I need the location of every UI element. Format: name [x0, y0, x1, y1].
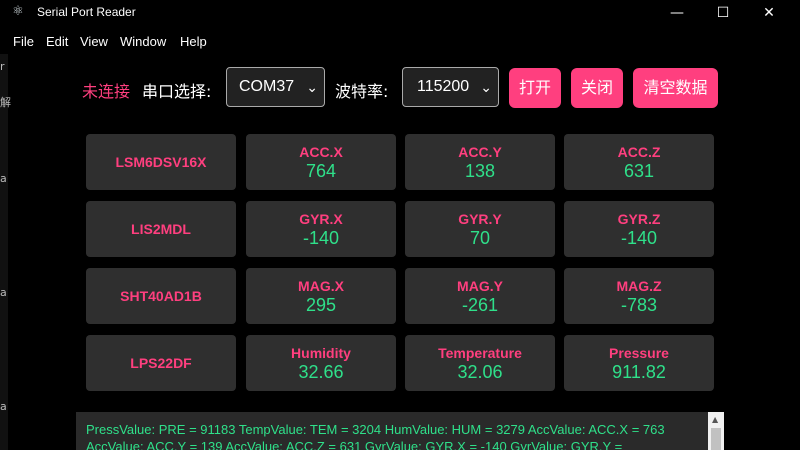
reading-card: Pressure 911.82 [564, 335, 714, 391]
reading-label: Humidity [291, 345, 351, 361]
sensor-name-card: LSM6DSV16X [86, 134, 236, 190]
reading-label: MAG.Y [457, 278, 503, 294]
close-window-button[interactable]: ✕ [746, 0, 792, 26]
reading-value: 32.66 [298, 362, 344, 382]
strip-mark: a [0, 172, 7, 185]
menu-view[interactable]: View [80, 34, 108, 49]
reading-value: 764 [305, 161, 337, 181]
log-scrollbar[interactable]: ▲ [708, 412, 724, 450]
reading-label: GYR.Z [617, 211, 661, 227]
serial-log-panel[interactable]: PressValue: PRE = 91183 TempValue: TEM =… [76, 412, 724, 450]
reading-card: MAG.Z -783 [564, 268, 714, 324]
reading-label: GYR.X [299, 211, 343, 227]
reading-value: 911.82 [612, 362, 666, 382]
electron-icon: ⚛ [12, 4, 24, 19]
reading-card: Temperature 32.06 [405, 335, 555, 391]
chevron-down-icon: ⌄ [306, 79, 318, 95]
reading-card: ACC.Z 631 [564, 134, 714, 190]
scroll-up-icon[interactable]: ▲ [712, 415, 718, 424]
reading-value: 138 [464, 161, 496, 181]
reading-value: -140 [620, 228, 658, 248]
port-label: 串口选择: [142, 82, 212, 101]
port-select-value: COM37 [239, 78, 295, 95]
port-select[interactable]: COM37 ⌄ [226, 67, 325, 107]
clear-data-button[interactable]: 清空数据 [633, 68, 718, 108]
reading-label: GYR.Y [458, 211, 502, 227]
scrollbar-thumb[interactable] [711, 428, 721, 450]
reading-card: ACC.Y 138 [405, 134, 555, 190]
title-bar: ⚛ Serial Port Reader — ☐ ✕ [0, 0, 800, 26]
close-button[interactable]: 关闭 [571, 68, 623, 108]
reading-label: ACC.X [299, 144, 343, 160]
reading-label: ACC.Z [617, 144, 661, 160]
minimize-button[interactable]: — [654, 0, 700, 26]
reading-card: ACC.X 764 [246, 134, 396, 190]
menu-file[interactable]: File [13, 34, 34, 49]
baud-select[interactable]: 115200 ⌄ [402, 67, 499, 107]
menu-window[interactable]: Window [120, 34, 166, 49]
serial-log-text: PressValue: PRE = 91183 TempValue: TEM =… [86, 422, 665, 450]
connection-controls: 未连接 串口选择: COM37 ⌄ 波特率: 115200 ⌄ 打开 关闭 清空… [0, 66, 800, 110]
reading-card: GYR.Y 70 [405, 201, 555, 257]
reading-value: -783 [620, 295, 658, 315]
reading-value: 631 [623, 161, 655, 181]
menu-bar: File Edit View Window Help [0, 30, 800, 54]
sensor-name-card: LIS2MDL [86, 201, 236, 257]
strip-mark: a [0, 400, 7, 413]
reading-label: Pressure [609, 345, 669, 361]
sensor-name-card: LPS22DF [86, 335, 236, 391]
reading-value: -261 [461, 295, 499, 315]
reading-card: GYR.Z -140 [564, 201, 714, 257]
reading-label: MAG.X [298, 278, 344, 294]
connection-status: 未连接 [82, 82, 131, 101]
reading-value: 32.06 [457, 362, 503, 382]
reading-label: ACC.Y [458, 144, 502, 160]
reading-card: MAG.Y -261 [405, 268, 555, 324]
background-window-strip: r 解 a a a [0, 54, 11, 450]
sensor-name: LSM6DSV16X [115, 154, 207, 170]
sensor-name: LIS2MDL [131, 221, 191, 237]
reading-value: 295 [305, 295, 337, 315]
window-title: Serial Port Reader [37, 5, 136, 19]
reading-value: -140 [302, 228, 340, 248]
open-button[interactable]: 打开 [509, 68, 561, 108]
baud-label: 波特率: [335, 82, 389, 101]
reading-value: 70 [469, 228, 491, 248]
menu-edit[interactable]: Edit [46, 34, 68, 49]
sensor-name-card: SHT40AD1B [86, 268, 236, 324]
reading-label: Temperature [438, 345, 522, 361]
menu-help[interactable]: Help [180, 34, 207, 49]
chevron-down-icon: ⌄ [480, 79, 492, 95]
strip-mark: a [0, 286, 7, 299]
reading-label: MAG.Z [616, 278, 662, 294]
reading-card: MAG.X 295 [246, 268, 396, 324]
maximize-button[interactable]: ☐ [700, 0, 746, 26]
sensor-name: LPS22DF [130, 355, 192, 371]
app-window: r 解 a a a ⚛ Serial Port Reader — ☐ ✕ Fil… [0, 0, 800, 450]
baud-select-value: 115200 [417, 78, 470, 95]
reading-card: Humidity 32.66 [246, 335, 396, 391]
sensor-name: SHT40AD1B [120, 288, 202, 304]
reading-card: GYR.X -140 [246, 201, 396, 257]
